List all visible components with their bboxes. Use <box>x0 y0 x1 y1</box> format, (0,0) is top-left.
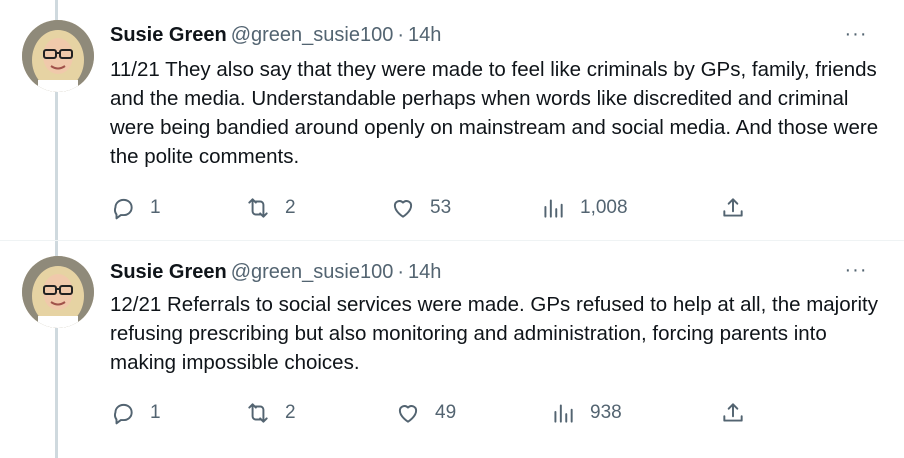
timestamp[interactable]: 14h <box>408 24 441 46</box>
tweet-actions: 1 2 53 1,008 <box>110 193 770 223</box>
retweet-button[interactable]: 2 <box>245 193 296 223</box>
reply-icon <box>114 403 133 425</box>
share-button[interactable] <box>720 398 746 428</box>
like-count: 53 <box>430 197 452 218</box>
tweet-text: 12/21 Referrals to social services were … <box>110 293 878 374</box>
view-count: 938 <box>590 402 622 423</box>
views-button[interactable]: 1,008 <box>540 193 628 223</box>
share-icon <box>723 198 743 217</box>
tweet[interactable]: Susie Green @green_susie100 · 14h ··· 12/21… <box>0 240 904 458</box>
retweet-count: 2 <box>285 197 296 218</box>
separator-dot: · <box>397 24 405 46</box>
reply-button[interactable]: 1 <box>110 193 161 223</box>
like-icon <box>398 405 418 423</box>
like-button[interactable]: 53 <box>390 193 451 223</box>
views-icon <box>544 199 563 218</box>
tweet-actions: 1 2 49 938 <box>110 398 770 428</box>
tweet-header: Susie Green @green_susie100 · 14h <box>110 22 441 48</box>
tweet[interactable]: Susie Green @green_susie100 · 14h ··· 11/21… <box>0 0 904 240</box>
more-options-icon[interactable]: ··· <box>842 24 870 44</box>
retweet-count: 2 <box>285 402 296 423</box>
views-button[interactable]: 938 <box>550 398 622 428</box>
author-handle[interactable]: @green_susie100 <box>231 261 394 283</box>
more-options-icon[interactable]: ··· <box>842 260 870 280</box>
separator-dot: · <box>397 261 405 283</box>
views-icon <box>554 404 573 423</box>
share-icon <box>723 403 743 422</box>
reply-button[interactable]: 1 <box>110 398 161 428</box>
share-button[interactable] <box>720 193 746 223</box>
avatar[interactable] <box>22 20 94 92</box>
retweet-icon <box>248 403 268 423</box>
retweet-button[interactable]: 2 <box>245 398 296 428</box>
reply-count: 1 <box>150 197 161 218</box>
retweet-icon <box>248 198 268 218</box>
tweet-text: 11/21 They also say that they were made … <box>110 58 879 168</box>
timestamp[interactable]: 14h <box>408 261 441 283</box>
author-name[interactable]: Susie Green <box>110 261 227 283</box>
tweet-header: Susie Green @green_susie100 · 14h <box>110 259 441 285</box>
avatar[interactable] <box>22 256 94 328</box>
author-handle[interactable]: @green_susie100 <box>231 24 394 46</box>
view-count: 1,008 <box>580 197 628 218</box>
like-count: 49 <box>435 402 457 423</box>
reply-count: 1 <box>150 402 161 423</box>
author-name[interactable]: Susie Green <box>110 24 227 46</box>
reply-icon <box>114 198 133 220</box>
like-button[interactable]: 49 <box>395 398 456 428</box>
like-icon <box>393 200 413 218</box>
